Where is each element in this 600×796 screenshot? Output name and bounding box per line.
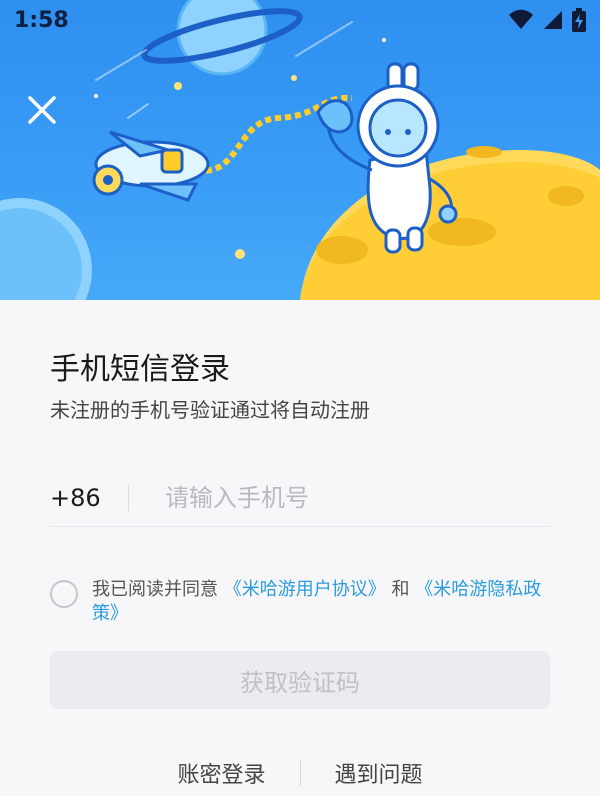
get-code-button[interactable]: 获取验证码 — [50, 651, 550, 709]
close-button[interactable] — [22, 90, 62, 130]
country-code[interactable]: +86 — [50, 484, 128, 512]
battery-charging-icon — [572, 8, 586, 32]
agreement-prefix: 我已阅读并同意 — [92, 579, 218, 600]
blue-planet — [0, 198, 92, 300]
close-icon — [28, 96, 56, 124]
airplane — [92, 130, 210, 202]
bottom-links: 账密登录 遇到问题 — [0, 750, 600, 796]
cellular-signal-icon — [544, 11, 562, 29]
phone-input[interactable] — [163, 483, 527, 513]
password-login-link[interactable]: 账密登录 — [143, 757, 299, 789]
page-title: 手机短信登录 — [50, 352, 230, 387]
agreement-row: 我已阅读并同意 《米哈游用户协议》 和 《米哈游隐私政策》 — [50, 578, 550, 626]
space-illustration — [0, 0, 600, 300]
login-panel: 手机短信登录 未注册的手机号验证通过将自动注册 +86 我已阅读并同意 《米哈游… — [0, 300, 600, 796]
help-link[interactable]: 遇到问题 — [301, 757, 457, 789]
agreement-checkbox[interactable] — [50, 580, 78, 608]
agreement-and: 和 — [391, 579, 410, 600]
status-bar: 1:58 — [0, 0, 600, 40]
user-agreement-link[interactable]: 《米哈游用户协议》 — [224, 579, 386, 600]
agreement-text: 我已阅读并同意 《米哈游用户协议》 和 《米哈游隐私政策》 — [92, 578, 550, 626]
page-subtitle: 未注册的手机号验证通过将自动注册 — [50, 398, 370, 422]
wifi-icon — [509, 9, 533, 29]
phone-input-row: +86 — [50, 470, 550, 527]
hero-banner: 1:58 — [0, 0, 600, 300]
input-divider — [128, 485, 129, 511]
status-time: 1:58 — [14, 7, 69, 33]
status-icons — [508, 8, 586, 32]
